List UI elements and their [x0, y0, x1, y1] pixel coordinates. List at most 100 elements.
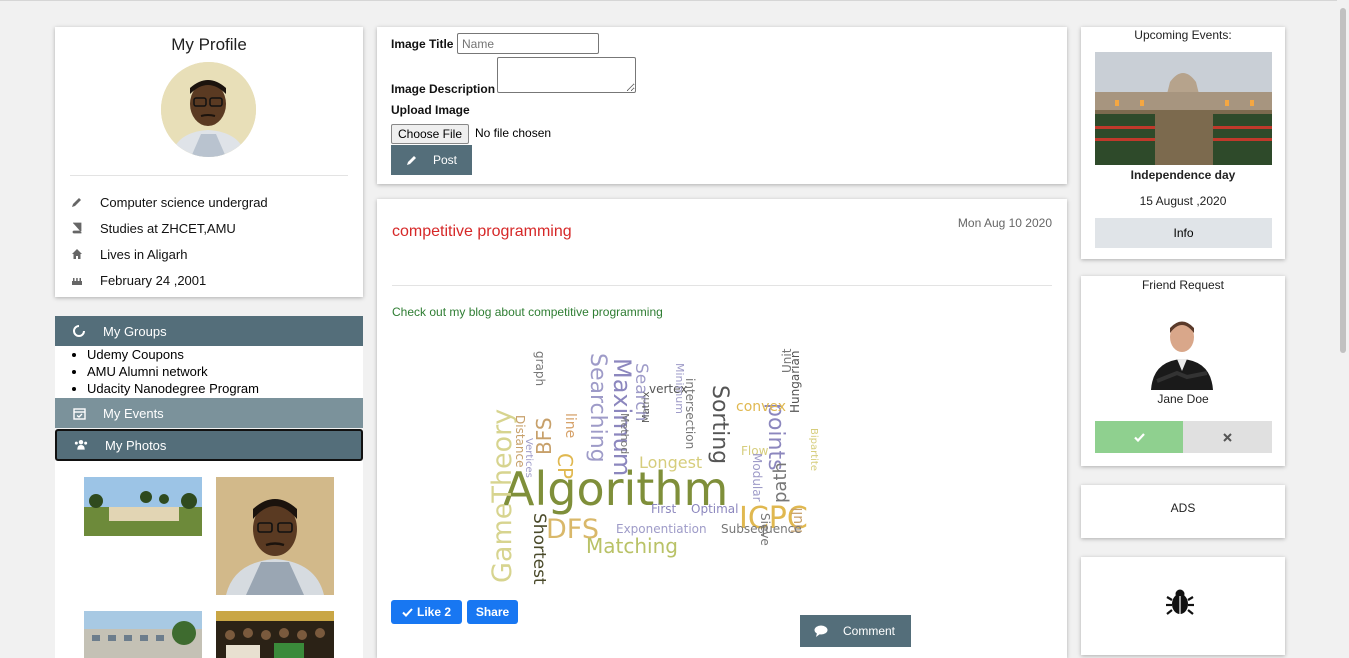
selfie-photo[interactable]	[216, 477, 334, 595]
wordcloud-word: Unit	[780, 348, 794, 373]
avatar	[161, 62, 256, 157]
profile-card: My Profile Computer science undergrad St…	[55, 27, 363, 297]
my-photos-button[interactable]: My Photos	[55, 429, 363, 461]
post-card: competitive programming Mon Aug 10 2020 …	[377, 199, 1067, 658]
file-status-text: No file chosen	[475, 126, 552, 140]
wordcloud-word: Matching	[586, 534, 678, 558]
bug-icon[interactable]	[1165, 587, 1195, 617]
post-button[interactable]: Post	[391, 145, 472, 175]
pencil-icon	[406, 154, 418, 166]
like-button[interactable]: Like 2	[391, 600, 462, 624]
info-occupation: Computer science undergrad	[70, 193, 268, 211]
info-location-text: Lives in Aligarh	[100, 246, 188, 262]
wordcloud-word: graph	[533, 351, 547, 386]
wordcloud-word: Searching	[585, 353, 610, 463]
info-location: Lives in Aligarh	[70, 245, 187, 263]
upcoming-events-title: Upcoming Events:	[1134, 28, 1232, 42]
wordcloud-word: Vertices	[523, 438, 534, 478]
post-description: Check out my blog about competitive prog…	[392, 305, 663, 319]
info-education: Studies at ZHCET,AMU	[70, 219, 236, 237]
wordcloud-word: Longest	[639, 453, 702, 472]
calendar-check-icon	[72, 406, 86, 420]
book-icon	[70, 221, 84, 235]
birthday-cake-icon	[70, 273, 84, 287]
wordcloud-word: Modular	[750, 453, 764, 502]
group-item[interactable]: Udacity Nanodegree Program	[87, 380, 363, 397]
upload-image-label: Upload Image	[391, 103, 470, 117]
wordcloud-word: path	[770, 462, 791, 503]
comment-button-label: Comment	[843, 624, 896, 638]
my-events-button[interactable]: My Events	[55, 398, 363, 428]
post-button-label: Post	[433, 153, 458, 167]
wordcloud-word: Shortest	[529, 513, 549, 585]
event-name: Independence day	[1130, 168, 1236, 182]
divider	[70, 175, 348, 176]
ads-label: ADS	[1170, 501, 1196, 515]
event-date: 15 August ,2020	[1139, 194, 1227, 208]
info-birthday: February 24 ,2001	[70, 271, 206, 289]
friend-request-title: Friend Request	[1141, 278, 1225, 292]
check-icon	[402, 607, 413, 617]
info-occupation-text: Computer science undergrad	[100, 194, 268, 210]
image-title-label: Image Title	[391, 37, 454, 51]
friend-request-card: Friend Request Jane Doe	[1081, 276, 1285, 466]
image-title-input[interactable]	[457, 33, 599, 54]
info-birthday-text: February 24 ,2001	[100, 272, 207, 288]
profile-title: My Profile	[171, 35, 247, 54]
wordcloud-word: Bipartite	[808, 428, 819, 471]
upload-form-card: Image Title Image Description Upload Ima…	[377, 27, 1067, 184]
wordcloud-word: CP	[553, 453, 577, 479]
my-groups-label: My Groups	[103, 323, 167, 339]
like-button-label: Like 2	[416, 605, 452, 619]
my-photos-label: My Photos	[105, 437, 167, 453]
wordcloud-word: Matrix	[641, 391, 652, 423]
image-description-input[interactable]	[497, 57, 636, 93]
choose-file-button[interactable]: Choose File	[391, 124, 469, 144]
wordcloud-word: Method	[618, 413, 631, 454]
campus-photo[interactable]	[84, 477, 202, 536]
friend-name: Jane Doe	[1157, 392, 1209, 406]
share-button[interactable]: Share	[467, 600, 518, 624]
group-photo[interactable]	[216, 611, 334, 658]
wordcloud-word: Sorting	[707, 385, 732, 464]
photos-panel	[55, 461, 363, 658]
wordcloud-word: Sieve	[758, 513, 772, 546]
my-events-label: My Events	[103, 405, 164, 421]
wordcloud-word: BFS	[532, 417, 556, 455]
wordcloud-word: line	[562, 413, 578, 438]
close-icon	[1223, 432, 1232, 442]
comment-icon	[814, 625, 828, 637]
decline-request-button[interactable]	[1183, 421, 1272, 453]
home-icon	[70, 247, 84, 261]
wordcloud-word: First	[651, 502, 677, 516]
top-border	[0, 0, 1349, 1]
post-date: Mon Aug 10 2020	[957, 216, 1052, 230]
check-icon	[1133, 432, 1145, 442]
my-groups-button[interactable]: My Groups	[55, 316, 363, 346]
info-education-text: Studies at ZHCET,AMU	[100, 220, 236, 236]
wordcloud-word: Minimum	[673, 363, 686, 414]
ads-card: ADS	[1081, 485, 1285, 538]
post-title[interactable]: competitive programming	[392, 223, 572, 241]
post-wordcloud-image: Algorithm GameTheory DFS BFS Searching M…	[481, 343, 841, 591]
circle-notch-icon	[72, 324, 86, 338]
bug-report-card	[1081, 557, 1285, 655]
event-info-button[interactable]: Info	[1095, 218, 1272, 248]
accept-request-button[interactable]	[1095, 421, 1183, 453]
event-image	[1095, 52, 1272, 165]
wordcloud-word: convex	[736, 399, 786, 415]
building-photo[interactable]	[84, 611, 202, 658]
comment-button[interactable]: Comment	[800, 615, 911, 647]
friend-avatar	[1147, 311, 1217, 390]
group-item[interactable]: AMU Alumni network	[87, 363, 363, 380]
wordcloud-word: Exponentiation	[616, 522, 707, 536]
page-scrollbar[interactable]	[1337, 0, 1349, 658]
pencil-icon	[70, 195, 84, 209]
group-item[interactable]: Udemy Coupons	[87, 346, 363, 363]
users-icon	[74, 438, 88, 452]
wordcloud-word: Optimal	[691, 502, 738, 516]
groups-list: Udemy Coupons AMU Alumni network Udacity…	[55, 346, 363, 398]
image-description-label: Image Description	[391, 82, 496, 96]
post-divider	[392, 285, 1052, 286]
scrollbar-thumb[interactable]	[1340, 8, 1346, 353]
